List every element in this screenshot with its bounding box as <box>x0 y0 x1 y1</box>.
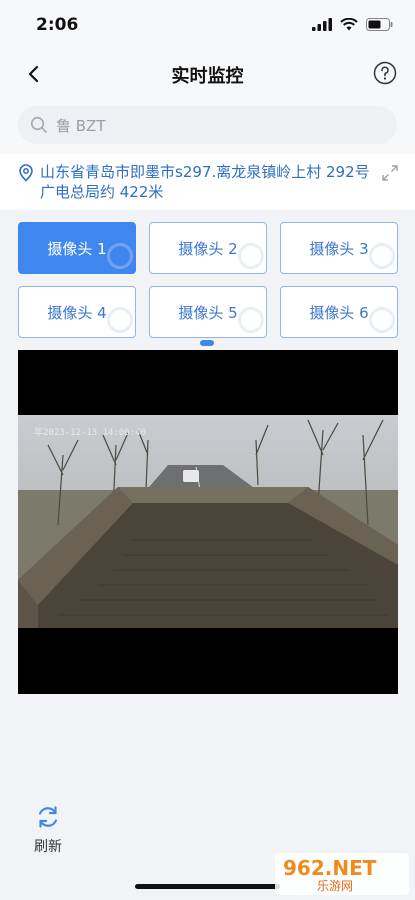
battery-icon <box>366 18 393 31</box>
status-icons <box>312 18 393 31</box>
camera-button-1[interactable]: 摄像头 1 <box>18 222 136 274</box>
nav-bar: 实时监控 <box>0 52 415 98</box>
refresh-label: 刷新 <box>34 839 62 855</box>
signal-icon <box>312 18 332 31</box>
refresh-icon <box>38 806 58 828</box>
refresh-button[interactable]: 刷新 <box>28 804 68 856</box>
camera-button-2[interactable]: 摄像头 2 <box>149 222 267 274</box>
camera-button-3[interactable]: 摄像头 3 <box>280 222 398 274</box>
video-player[interactable]: 年2023-12-13 14:06:40 <box>18 350 398 694</box>
camera-button-label: 摄像头 3 <box>309 239 369 258</box>
help-button[interactable] <box>373 61 397 85</box>
expand-icon[interactable] <box>381 164 399 182</box>
search-input[interactable] <box>56 116 306 134</box>
camera-feed-image: 年2023-12-13 14:06:40 <box>18 415 398 628</box>
search-box[interactable] <box>18 106 397 144</box>
page-title: 实时监控 <box>171 66 244 87</box>
location-text: 山东省青岛市即墨市s297.离龙泉镇岭上村 292号广电总局约 422米 <box>40 163 370 201</box>
page-indicator <box>200 340 214 346</box>
home-indicator <box>135 884 280 889</box>
svg-text:962.NET: 962.NET <box>283 856 377 880</box>
search-icon <box>30 116 47 133</box>
location-pin-icon <box>19 164 33 182</box>
video-timestamp: 年2023-12-13 14:06:40 <box>34 428 146 438</box>
help-icon <box>373 61 397 85</box>
wifi-icon <box>340 18 358 31</box>
status-bar: 2:06 <box>0 0 415 52</box>
search-area <box>0 98 415 154</box>
camera-button-5[interactable]: 摄像头 5 <box>149 286 267 338</box>
watermark-logo: 962.NET 乐游网 <box>275 853 409 895</box>
svg-text:乐游网: 乐游网 <box>317 879 353 893</box>
camera-button-4[interactable]: 摄像头 4 <box>18 286 136 338</box>
camera-button-label: 摄像头 4 <box>47 303 107 322</box>
status-time: 2:06 <box>36 15 79 35</box>
camera-button-label: 摄像头 6 <box>309 303 369 322</box>
location-row: 山东省青岛市即墨市s297.离龙泉镇岭上村 292号广电总局约 422米 <box>0 154 415 210</box>
camera-button-6[interactable]: 摄像头 6 <box>280 286 398 338</box>
camera-button-label: 摄像头 1 <box>47 239 107 258</box>
camera-button-label: 摄像头 2 <box>178 239 238 258</box>
camera-button-label: 摄像头 5 <box>178 303 238 322</box>
